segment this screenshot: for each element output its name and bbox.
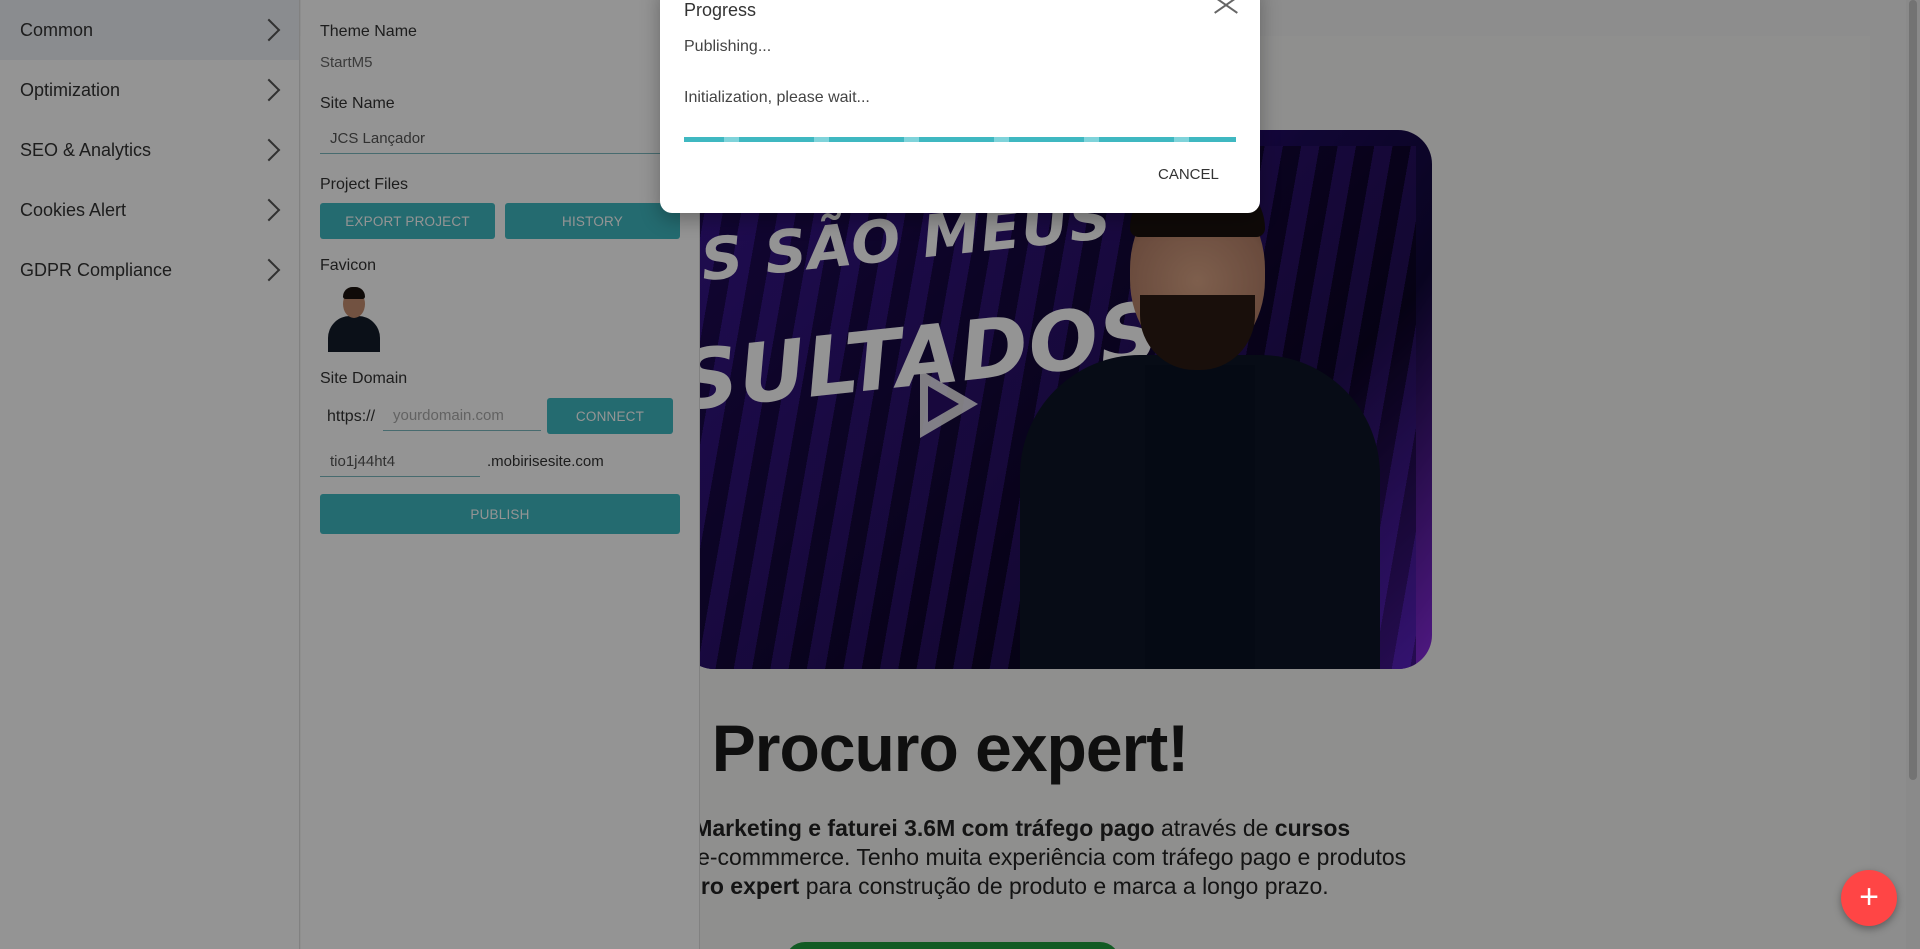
progress-bar-fill (684, 137, 1236, 142)
plus-icon: + (1859, 878, 1879, 916)
close-icon[interactable] (1212, 0, 1238, 16)
dialog-message: Initialization, please wait... (684, 89, 870, 106)
progress-dialog: Progress Publishing... Initialization, p… (660, 0, 1260, 213)
dialog-title: Progress (684, 0, 757, 20)
add-block-button[interactable]: + (1841, 870, 1897, 926)
progress-bar (684, 137, 1236, 142)
dialog-status: Publishing... (684, 38, 772, 55)
cancel-button[interactable]: CANCEL (1158, 166, 1219, 183)
